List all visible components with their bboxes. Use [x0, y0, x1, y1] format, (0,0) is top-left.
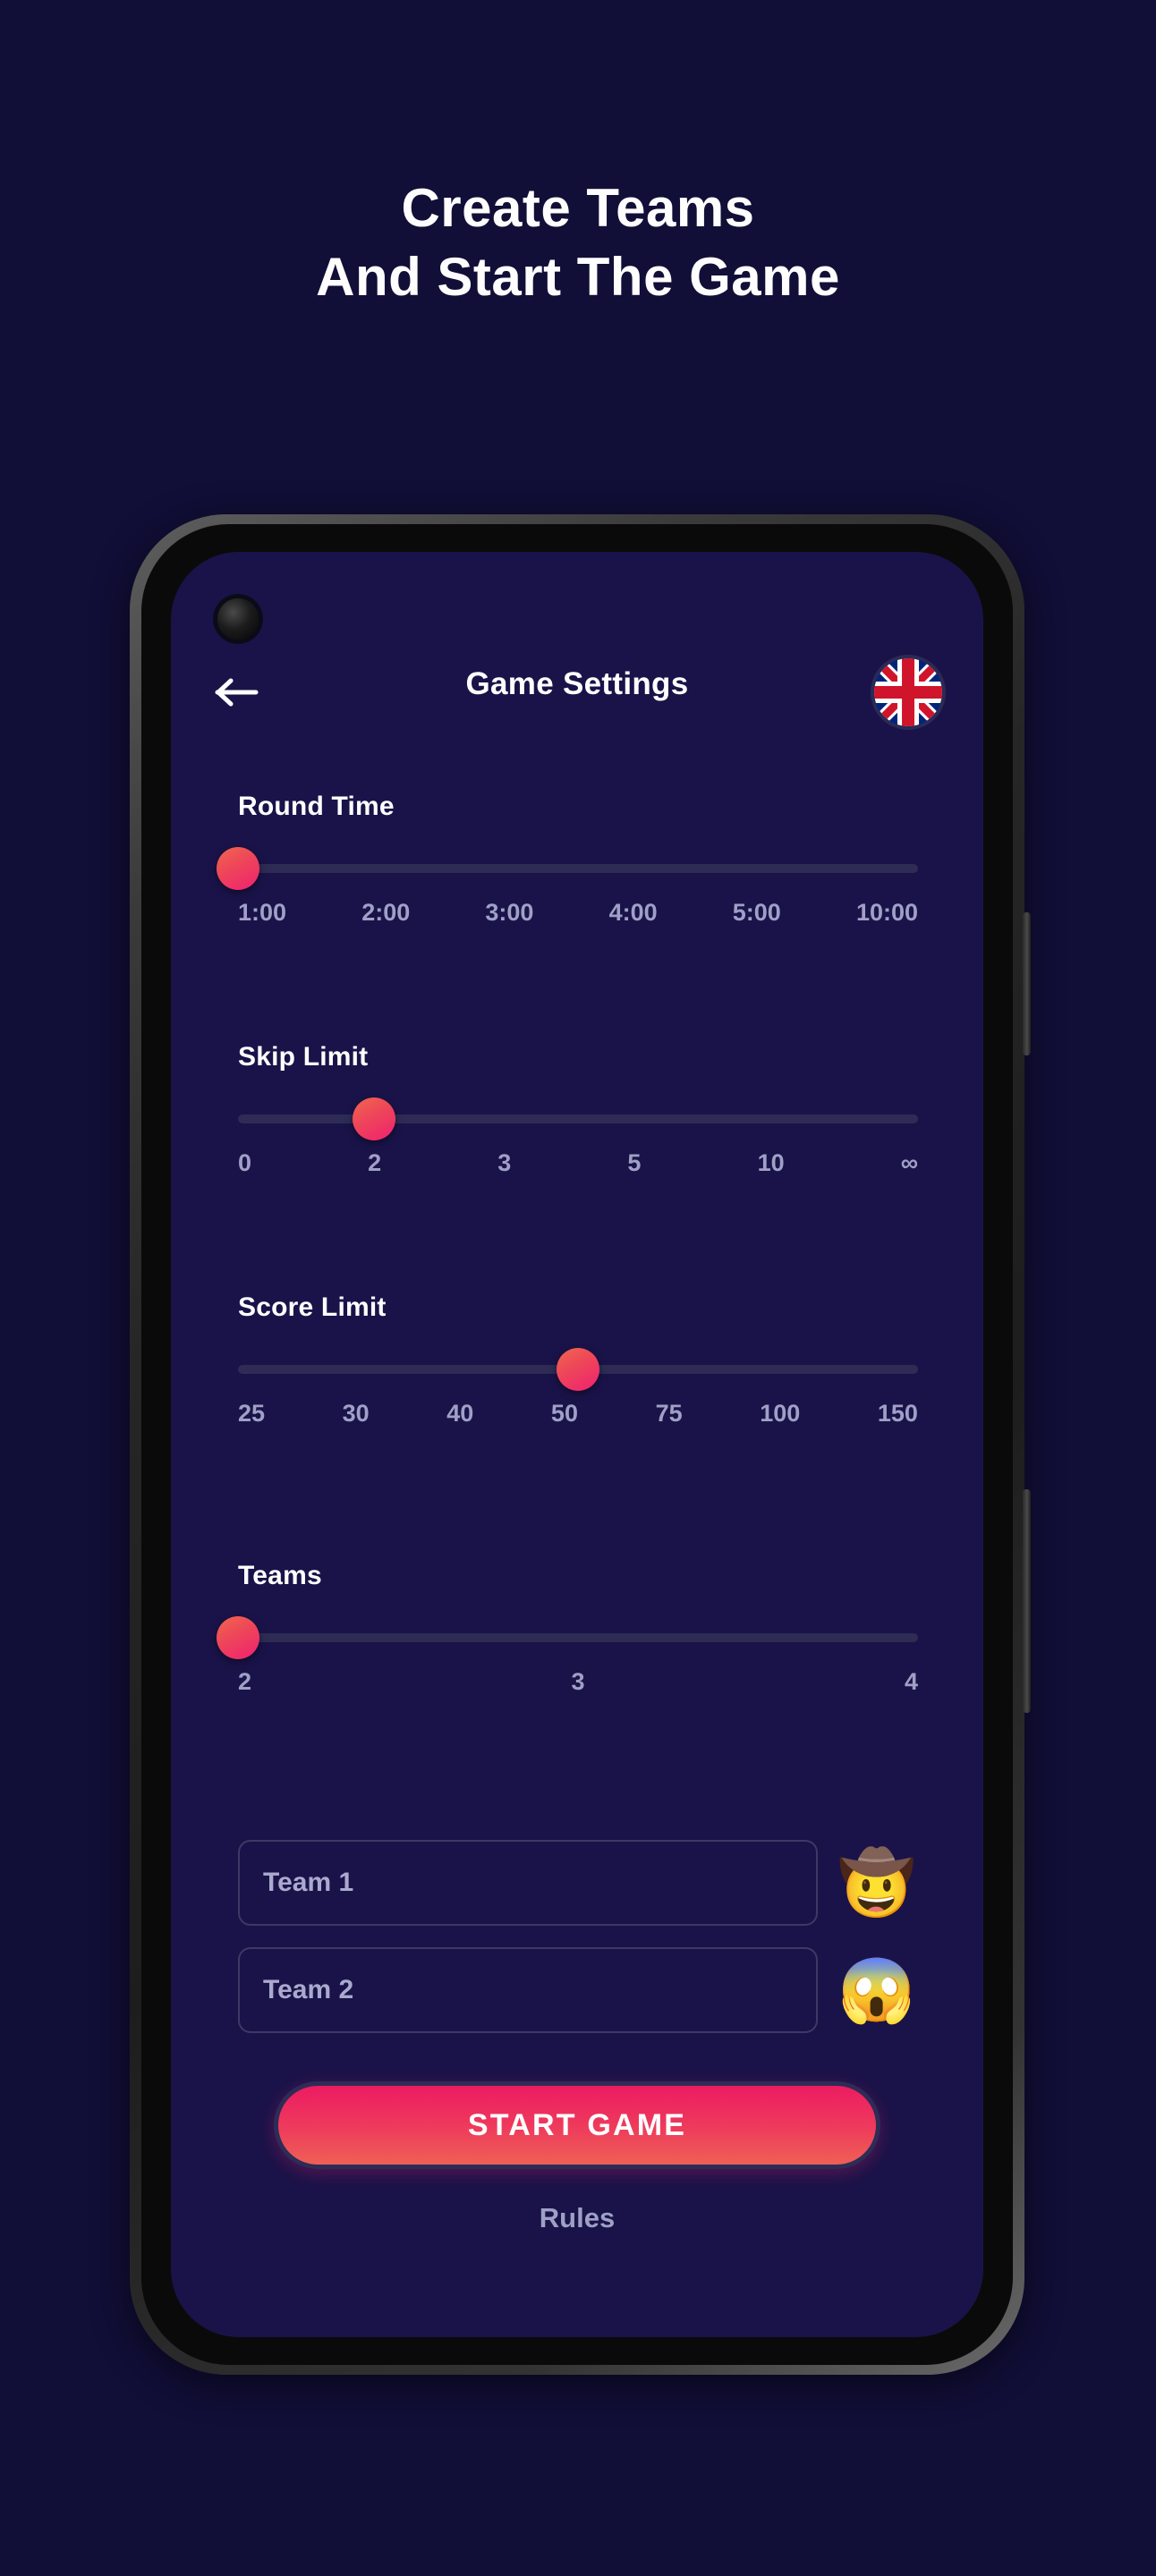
slider-tick: 3 — [497, 1149, 512, 1176]
phone-mockup: Game Settings Round Time 1:00 2:00 3:00 … — [130, 514, 1031, 2375]
app-header: Game Settings — [171, 650, 983, 736]
slider-teams[interactable] — [217, 1616, 918, 1659]
slider-ticks-skip-limit: 0 2 3 5 10 ∞ — [238, 1149, 918, 1177]
app-header-title: Game Settings — [465, 666, 689, 701]
slider-thumb-skip-limit[interactable] — [353, 1097, 395, 1140]
setting-label-teams: Teams — [238, 1561, 322, 1590]
slider-tick: 150 — [877, 1400, 918, 1427]
slider-ticks-teams: 2 3 4 — [238, 1668, 918, 1696]
slider-tick: 2:00 — [361, 899, 411, 926]
slider-ticks-score-limit: 25 30 40 50 75 100 150 — [238, 1400, 918, 1428]
setting-label-score-limit: Score Limit — [238, 1292, 387, 1322]
start-game-button[interactable]: START GAME — [274, 2081, 880, 2169]
page-title: Create Teams And Start The Game — [0, 174, 1156, 312]
team-row: 😱 — [238, 1947, 918, 2033]
slider-tick: 100 — [760, 1400, 801, 1427]
slider-ticks-round-time: 1:00 2:00 3:00 4:00 5:00 10:00 — [238, 899, 918, 927]
slider-tick: 10:00 — [855, 899, 918, 926]
team-row: 🤠 — [238, 1840, 918, 1926]
cowboy-hat-face-emoji[interactable]: 🤠 — [836, 1842, 918, 1924]
slider-tick: 50 — [550, 1400, 578, 1427]
slider-tick: 10 — [757, 1149, 785, 1176]
phone-volume-button[interactable] — [1023, 912, 1031, 1055]
slider-tick: 1:00 — [238, 899, 287, 926]
slider-thumb-teams[interactable] — [217, 1616, 259, 1659]
slider-track[interactable] — [238, 1633, 918, 1642]
united-kingdom-flag-icon — [874, 658, 942, 726]
setting-label-round-time: Round Time — [238, 792, 395, 821]
slider-track[interactable] — [238, 1114, 918, 1123]
slider-thumb-score-limit[interactable] — [557, 1348, 599, 1391]
slider-tick: 3 — [571, 1668, 585, 1695]
slider-tick: ∞ — [900, 1149, 918, 1176]
slider-tick: 4:00 — [608, 899, 658, 926]
slider-tick: 2 — [368, 1149, 382, 1176]
slider-tick: 2 — [238, 1668, 252, 1695]
phone-power-button[interactable] — [1023, 1489, 1031, 1713]
page-root: Create Teams And Start The Game Game Set… — [0, 0, 1156, 2576]
screaming-face-emoji[interactable]: 😱 — [836, 1949, 918, 2031]
slider-tick: 30 — [342, 1400, 370, 1427]
phone-bezel: Game Settings Round Time 1:00 2:00 3:00 … — [141, 524, 1013, 2365]
slider-tick: 5 — [627, 1149, 642, 1176]
slider-tick: 25 — [238, 1400, 266, 1427]
front-camera-icon — [217, 598, 259, 640]
slider-round-time[interactable] — [217, 847, 918, 890]
slider-tick: 4 — [904, 1668, 918, 1695]
page-title-line-1: Create Teams — [401, 178, 755, 238]
slider-score-limit[interactable] — [238, 1348, 918, 1391]
team-2-name-input[interactable] — [238, 1947, 818, 2033]
page-title-line-2: And Start The Game — [316, 246, 840, 307]
slider-skip-limit[interactable] — [238, 1097, 918, 1140]
slider-tick: 75 — [655, 1400, 683, 1427]
slider-tick: 5:00 — [732, 899, 781, 926]
rules-link[interactable]: Rules — [171, 2202, 983, 2234]
slider-tick: 0 — [238, 1149, 252, 1176]
slider-tick: 40 — [446, 1400, 474, 1427]
setting-label-skip-limit: Skip Limit — [238, 1042, 369, 1072]
language-selector-button[interactable] — [871, 655, 946, 730]
slider-thumb-round-time[interactable] — [217, 847, 259, 890]
team-1-name-input[interactable] — [238, 1840, 818, 1926]
slider-tick: 3:00 — [485, 899, 534, 926]
slider-track[interactable] — [238, 864, 918, 873]
phone-screen: Game Settings Round Time 1:00 2:00 3:00 … — [171, 552, 983, 2337]
